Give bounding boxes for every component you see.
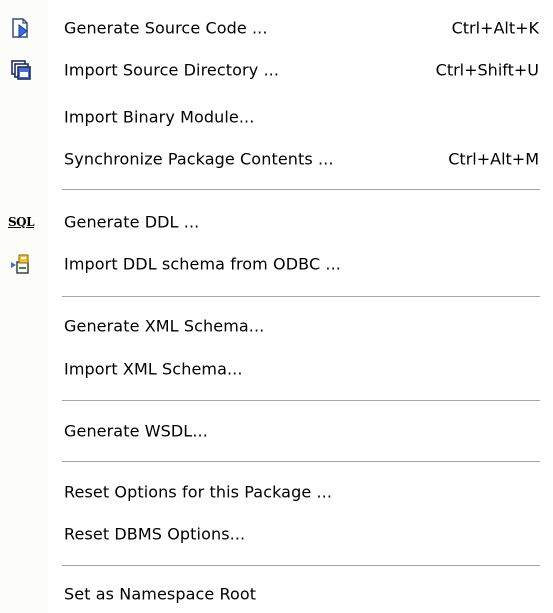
menu-item-reset-dbms-options[interactable]: Reset DBMS Options... xyxy=(0,515,553,553)
menu-item-shortcut: Ctrl+Alt+M xyxy=(448,149,539,169)
menu-item-generate-xml-schema[interactable]: Generate XML Schema... xyxy=(0,307,553,345)
menu-item-label: Import Source Directory ... xyxy=(64,60,280,80)
menu-item-label: Generate WSDL... xyxy=(64,421,208,441)
menu-item-set-namespace-root[interactable]: Set as Namespace Root xyxy=(0,575,553,613)
menu-item-reset-options-package[interactable]: Reset Options for this Package ... xyxy=(0,473,553,511)
menu-item-synchronize-package-contents[interactable]: Synchronize Package Contents ... Ctrl+Al… xyxy=(0,140,553,178)
menu-item-shortcut: Ctrl+Alt+K xyxy=(451,18,539,38)
sql-icon: SQL xyxy=(7,210,35,234)
menu-item-label: Generate DDL ... xyxy=(64,212,200,232)
menu-item-import-binary-module[interactable]: Import Binary Module... xyxy=(0,98,553,136)
menu-item-label: Reset Options for this Package ... xyxy=(64,482,333,502)
menu-item-label: Set as Namespace Root xyxy=(64,584,257,604)
menu-item-label: Generate XML Schema... xyxy=(64,316,265,336)
import-odbc-icon xyxy=(9,252,33,276)
menu-separator xyxy=(62,565,540,569)
menu-item-label: Import Binary Module... xyxy=(64,107,255,127)
menu-item-shortcut: Ctrl+Shift+U xyxy=(435,60,539,80)
menu-separator xyxy=(62,461,540,465)
menu-item-import-ddl-schema-odbc[interactable]: Import DDL schema from ODBC ... xyxy=(0,245,553,283)
menu-item-label: Import DDL schema from ODBC ... xyxy=(64,254,341,274)
menu-item-generate-ddl[interactable]: SQL Generate DDL ... xyxy=(0,203,553,241)
generate-code-icon xyxy=(9,16,33,40)
menu-item-label: Reset DBMS Options... xyxy=(64,524,246,544)
menu-item-import-source-directory[interactable]: Import Source Directory ... Ctrl+Shift+U xyxy=(0,51,553,89)
menu-item-label: Synchronize Package Contents ... xyxy=(64,149,334,169)
menu-separator xyxy=(62,189,540,193)
menu-item-label: Import XML Schema... xyxy=(64,359,243,379)
menu-item-generate-wsdl[interactable]: Generate WSDL... xyxy=(0,412,553,450)
import-directory-icon xyxy=(9,58,33,82)
menu-separator xyxy=(62,400,540,404)
menu-item-import-xml-schema[interactable]: Import XML Schema... xyxy=(0,350,553,388)
menu-item-label: Generate Source Code ... xyxy=(64,18,268,38)
sql-icon-text: SQL xyxy=(7,215,35,229)
menu-separator xyxy=(62,296,540,300)
menu-item-generate-source-code[interactable]: Generate Source Code ... Ctrl+Alt+K xyxy=(0,9,553,47)
context-menu: Generate Source Code ... Ctrl+Alt+K Impo… xyxy=(0,0,553,613)
